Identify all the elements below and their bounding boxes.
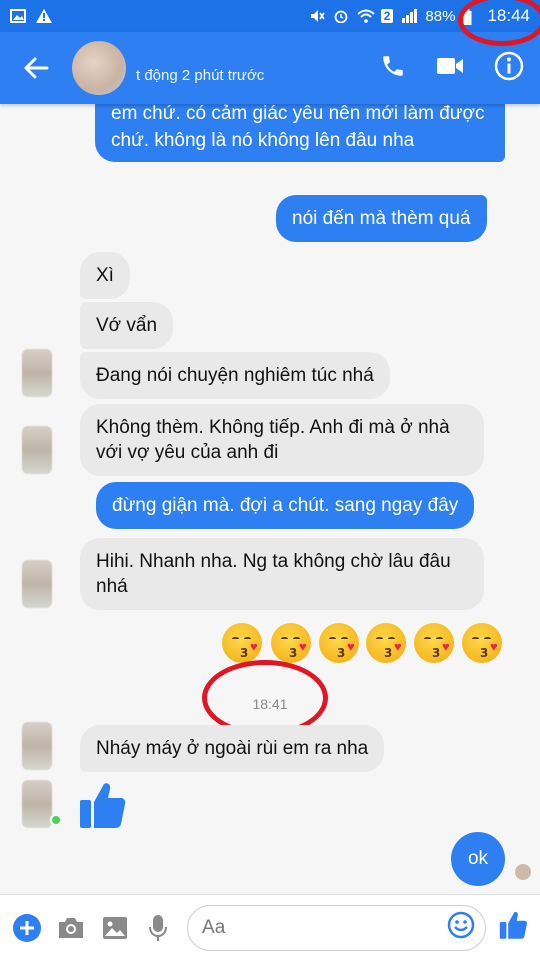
- message-bubble-outgoing[interactable]: ok: [451, 832, 505, 886]
- thumbs-up-icon: [80, 783, 126, 828]
- send-like-button[interactable]: [498, 910, 528, 945]
- thumbs-up-sticker[interactable]: [78, 780, 126, 835]
- alarm-icon: [333, 9, 349, 24]
- kissing-heart-emoji[interactable]: 3 ♥: [271, 623, 311, 663]
- wifi-icon: [357, 9, 375, 23]
- message-bubble-incoming[interactable]: Xì: [80, 252, 130, 299]
- contact-avatar-small[interactable]: [22, 560, 52, 608]
- contact-avatar-small[interactable]: [22, 349, 52, 397]
- kissing-heart-emoji[interactable]: 3 ♥: [319, 623, 359, 663]
- online-indicator: [50, 814, 62, 826]
- video-camera-icon: [437, 57, 463, 74]
- emoji-button[interactable]: [447, 911, 475, 944]
- message-input[interactable]: [202, 916, 448, 939]
- mute-icon: [309, 9, 325, 23]
- contact-avatar-small[interactable]: [22, 780, 52, 828]
- phone-icon: [383, 55, 403, 76]
- kissing-heart-emoji[interactable]: 3 ♥: [366, 623, 406, 663]
- kissing-heart-emoji[interactable]: 3 ♥: [462, 623, 502, 663]
- gallery-button[interactable]: [100, 908, 130, 948]
- active-status: t động 2 phút trước: [136, 66, 265, 84]
- kissing-heart-emoji[interactable]: 3 ♥: [222, 623, 262, 663]
- kissing-heart-emoji[interactable]: 3 ♥: [414, 623, 454, 663]
- sim-badge: 2: [380, 9, 394, 23]
- message-bubble-incoming[interactable]: Hihi. Nhanh nha. Ng ta không chờ lâu đâu…: [80, 538, 484, 610]
- message-bubble-incoming[interactable]: Nháy máy ở ngoài rùi em ra nha: [80, 725, 385, 772]
- warning-icon: [36, 9, 52, 23]
- battery-percent: 88%: [425, 7, 456, 25]
- back-button[interactable]: [0, 32, 72, 104]
- contact-avatar-small[interactable]: [22, 722, 52, 770]
- message-bubble-outgoing[interactable]: đừng giận mà. đợi a chút. sang ngay đây: [96, 482, 475, 529]
- contact-info[interactable]: t động 2 phút trước: [136, 53, 380, 84]
- seen-indicator-avatar: [515, 864, 531, 880]
- smiley-icon: [447, 911, 475, 939]
- plus-icon: [13, 913, 41, 942]
- message-bubble-outgoing[interactable]: nói đến mà thèm quá: [276, 195, 487, 242]
- camera-icon: [58, 917, 83, 938]
- voice-call-button[interactable]: [380, 53, 406, 84]
- info-icon: [494, 51, 524, 80]
- image-notification-icon: [10, 9, 26, 23]
- voice-record-button[interactable]: [143, 908, 173, 948]
- info-button[interactable]: [494, 51, 524, 86]
- composer-bar: [0, 894, 540, 960]
- arrow-back-icon: [24, 57, 49, 79]
- camera-button[interactable]: [56, 908, 86, 948]
- more-actions-button[interactable]: [12, 908, 42, 948]
- message-input-box[interactable]: [187, 904, 487, 951]
- contact-avatar[interactable]: [72, 41, 126, 95]
- video-call-button[interactable]: [436, 55, 464, 82]
- microphone-icon: [149, 914, 168, 941]
- image-icon: [102, 916, 127, 939]
- signal-icon: [401, 9, 418, 23]
- thumbs-up-icon: [499, 911, 527, 939]
- message-bubble-incoming[interactable]: Không thèm. Không tiếp. Anh đi mà ở nhà …: [80, 404, 484, 476]
- conversation-header: t động 2 phút trước: [0, 32, 540, 104]
- message-list[interactable]: em chứ. có cảm giác yêu nên mới làm được…: [0, 88, 540, 894]
- message-bubble-incoming[interactable]: Vớ vẩn: [80, 302, 174, 349]
- contact-avatar-small[interactable]: [22, 426, 52, 474]
- message-bubble-incoming[interactable]: Đang nói chuyện nghiêm túc nhá: [80, 352, 390, 399]
